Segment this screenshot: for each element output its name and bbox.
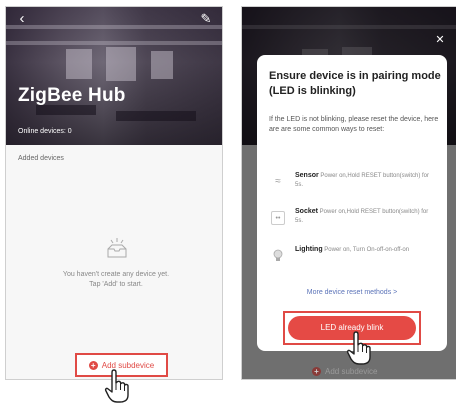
- socket-icon: ••: [271, 211, 285, 225]
- method-detail: Power on, Turn On-off-on-off-on: [324, 247, 410, 253]
- online-devices-count: Online devices: 0: [18, 128, 72, 135]
- more-reset-methods-link[interactable]: More device reset methods >: [257, 289, 447, 296]
- phone-screen-hub: ‹ ✎ ZigBee Hub Online devices: 0 Added d…: [5, 6, 223, 380]
- plus-circle-icon: +: [88, 360, 98, 370]
- empty-state-text: You haven't create any device yet. Tap '…: [26, 270, 206, 290]
- dialog-description: If the LED is not blinking, please reset…: [269, 116, 439, 133]
- empty-tray-icon: [107, 238, 127, 258]
- add-subdevice-label: Add subdevice: [325, 367, 378, 376]
- hub-hero-image: [6, 7, 222, 145]
- method-name: Sensor: [295, 172, 319, 179]
- pointing-hand-icon: [104, 369, 129, 403]
- reset-method-sensor: ≈ Sensor Power on,Hold RESET button(swit…: [269, 171, 439, 201]
- added-devices-label: Added devices: [18, 155, 64, 162]
- back-chevron-icon[interactable]: ‹: [14, 11, 30, 27]
- phone-screen-pairing-modal: + Add subdevice ✕ Ensure device is in pa…: [241, 6, 456, 380]
- reset-method-lighting: Lighting Power on, Turn On-off-on-off-on: [269, 245, 439, 275]
- empty-state-line2: Tap 'Add' to start.: [89, 281, 143, 288]
- reset-method-socket: •• Socket Power on,Hold RESET button(swi…: [269, 207, 439, 237]
- add-subdevice-button-background: + Add subdevice: [312, 367, 377, 376]
- method-name: Socket: [295, 208, 318, 215]
- method-name: Lighting: [295, 246, 323, 253]
- sensor-icon: ≈: [275, 176, 281, 187]
- edit-pencil-icon[interactable]: ✎: [198, 11, 214, 27]
- bulb-icon: [273, 249, 283, 261]
- hub-title: ZigBee Hub: [18, 85, 126, 106]
- empty-state-line1: You haven't create any device yet.: [62, 271, 170, 278]
- pairing-mode-dialog: Ensure device is in pairing mode (LED is…: [257, 55, 447, 351]
- devices-panel: Added devices You haven't create any dev…: [6, 145, 222, 379]
- plus-circle-icon: +: [312, 367, 321, 376]
- dialog-title: Ensure device is in pairing mode (LED is…: [269, 70, 441, 97]
- close-icon[interactable]: ✕: [433, 33, 447, 47]
- pointing-hand-icon: [346, 331, 371, 365]
